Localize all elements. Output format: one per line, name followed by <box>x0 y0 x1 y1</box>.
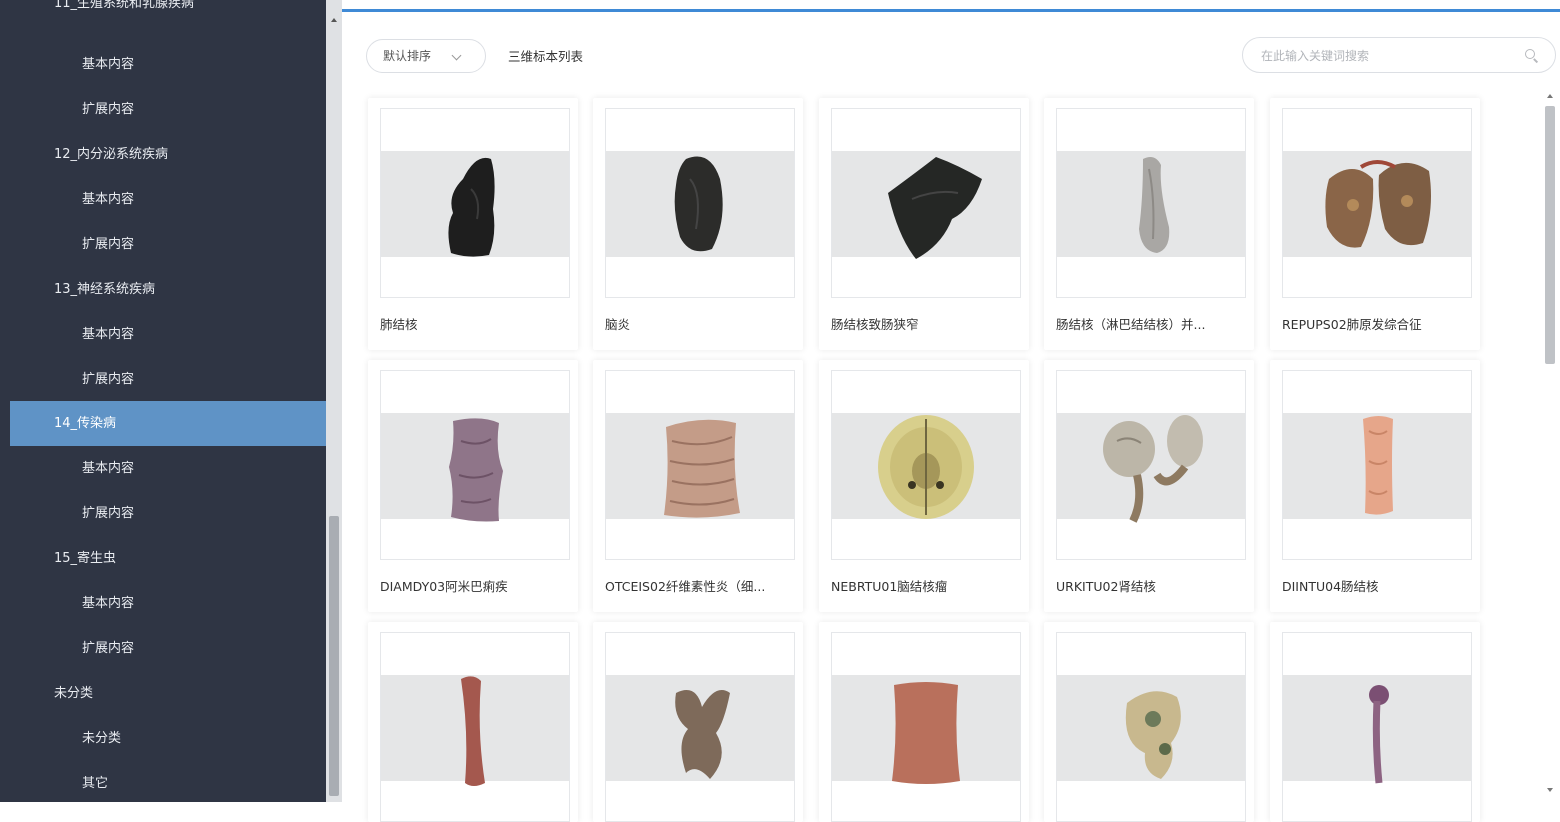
specimen-thumbnail[interactable] <box>1282 370 1472 560</box>
specimen-thumbnail[interactable] <box>831 370 1021 560</box>
specimen-thumbnail[interactable] <box>605 370 795 560</box>
scroll-up-arrow-icon[interactable] <box>1547 94 1553 98</box>
scroll-up-arrow-icon[interactable] <box>331 18 337 22</box>
specimen-brain-image <box>674 156 723 252</box>
specimen-lymph-image <box>1139 157 1170 253</box>
specimen-lungs-image <box>1325 160 1431 248</box>
sidebar-item-basic[interactable]: 基本内容 <box>10 177 326 222</box>
sidebar-item-extended[interactable]: 扩展内容 <box>10 626 326 671</box>
specimen-card[interactable]: URKITU02肾结核 <box>1044 360 1254 612</box>
specimen-fibrinous-image <box>664 419 740 518</box>
sidebar-item-basic[interactable]: 基本内容 <box>10 312 326 357</box>
specimen-title[interactable]: NEBRTU01脑结核瘤 <box>831 576 1021 595</box>
specimen-colon-image <box>449 418 503 522</box>
specimen-card[interactable]: NEBRTU01脑结核瘤 <box>819 360 1029 612</box>
sidebar-tree: 11_生殖系统和乳腺疾病 基本内容 扩展内容 12_内分泌系统疾病 基本内容 扩… <box>0 0 326 802</box>
content-scroll-thumb[interactable] <box>1545 106 1555 364</box>
specimen-title[interactable]: 肺结核 <box>380 314 570 333</box>
sidebar-item-extended[interactable]: 扩展内容 <box>10 87 326 132</box>
specimen-card[interactable] <box>1270 622 1480 822</box>
specimen-thumbnail[interactable] <box>380 108 570 298</box>
specimen-thumbnail[interactable] <box>1282 108 1472 298</box>
sidebar-item-category[interactable]: 11_生殖系统和乳腺疾病 <box>10 0 326 24</box>
specimen-title[interactable]: OTCEIS02纤维素性炎（细... <box>605 576 795 595</box>
chevron-down-icon <box>451 50 462 61</box>
specimen-lung-image <box>448 157 495 257</box>
sidebar-item-basic[interactable]: 基本内容 <box>10 446 326 491</box>
specimen-card[interactable] <box>1044 622 1254 822</box>
specimen-card[interactable]: 脑炎 <box>593 98 803 350</box>
specimen-title[interactable]: 脑炎 <box>605 314 795 333</box>
specimen-card[interactable] <box>368 622 578 822</box>
specimen-intestine-image <box>888 157 982 259</box>
specimen-title[interactable]: 肠结核致肠狭窄 <box>831 314 1021 333</box>
specimen-thumbnail[interactable] <box>1056 370 1246 560</box>
specimen-card[interactable]: 肺结核 <box>368 98 578 350</box>
sidebar-scroll-thumb[interactable] <box>329 516 339 796</box>
specimen-card[interactable] <box>819 622 1029 822</box>
specimen-card[interactable] <box>593 622 803 822</box>
scroll-down-arrow-icon[interactable] <box>1547 788 1553 792</box>
specimen-thumbnail[interactable] <box>605 632 795 822</box>
specimen-title[interactable]: DIINTU04肠结核 <box>1282 576 1472 595</box>
list-title: 三维标本列表 <box>508 49 584 64</box>
specimen-red-block-image <box>892 682 960 784</box>
specimen-card[interactable]: OTCEIS02纤维素性炎（细... <box>593 360 803 612</box>
specimen-title[interactable]: 肠结核（淋巴结结核）并... <box>1056 314 1246 333</box>
specimen-intestine-strip-image <box>1363 416 1393 515</box>
sidebar-scrollbar[interactable] <box>326 0 342 802</box>
specimen-red-strip-image <box>461 676 485 786</box>
specimen-purple-stalk-image <box>1369 685 1389 784</box>
sidebar-item-extended[interactable]: 扩展内容 <box>10 491 326 536</box>
specimen-thumbnail[interactable] <box>605 108 795 298</box>
sidebar-item-category[interactable]: 15_寄生虫 <box>10 536 326 581</box>
specimen-thumbnail[interactable] <box>1056 108 1246 298</box>
specimen-thumbnail[interactable] <box>1056 632 1246 822</box>
specimen-title[interactable]: URKITU02肾结核 <box>1056 576 1246 595</box>
specimen-card[interactable]: DIAMDY03阿米巴痢疾 <box>368 360 578 612</box>
sidebar: 11_生殖系统和乳腺疾病 基本内容 扩展内容 12_内分泌系统疾病 基本内容 扩… <box>0 0 342 802</box>
specimen-brown-leaves-image <box>675 690 730 779</box>
specimen-brain-section-image <box>878 415 974 519</box>
specimen-thumbnail[interactable] <box>380 370 570 560</box>
specimen-card[interactable]: DIINTU04肠结核 <box>1270 360 1480 612</box>
search-input[interactable] <box>1261 46 1511 66</box>
sort-dropdown[interactable]: 默认排序 <box>366 39 486 73</box>
sidebar-item-category[interactable]: 13_神经系统疾病 <box>10 267 326 312</box>
search-icon[interactable] <box>1525 49 1535 59</box>
top-accent-line <box>342 9 1560 12</box>
specimen-title[interactable]: DIAMDY03阿米巴痢疾 <box>380 576 570 595</box>
specimen-card[interactable]: 肠结核（淋巴结结核）并... <box>1044 98 1254 350</box>
specimen-thumbnail[interactable] <box>380 632 570 822</box>
specimen-thumbnail[interactable] <box>831 108 1021 298</box>
specimen-card[interactable]: 肠结核致肠狭窄 <box>819 98 1029 350</box>
specimen-thumbnail[interactable] <box>1282 632 1472 822</box>
specimen-title[interactable]: REPUPS02肺原发综合征 <box>1282 314 1472 333</box>
specimen-card[interactable]: REPUPS02肺原发综合征 <box>1270 98 1480 350</box>
sidebar-item-category[interactable]: 未分类 <box>10 671 326 716</box>
sidebar-item-category[interactable]: 12_内分泌系统疾病 <box>10 132 326 177</box>
sidebar-item-extended[interactable]: 扩展内容 <box>10 357 326 402</box>
sidebar-item-basic[interactable]: 基本内容 <box>10 42 326 87</box>
specimen-mottled-image <box>1125 691 1181 779</box>
sidebar-item-other[interactable]: 其它 <box>10 761 326 802</box>
specimen-thumbnail[interactable] <box>831 632 1021 822</box>
sidebar-item-uncategorized[interactable]: 未分类 <box>10 716 326 761</box>
sidebar-item-category-active[interactable]: 14_传染病 <box>10 401 326 446</box>
specimen-kidney-image <box>1103 415 1203 523</box>
search-box[interactable] <box>1242 37 1556 73</box>
content-scrollbar[interactable] <box>1543 88 1557 802</box>
sidebar-item-basic[interactable]: 基本内容 <box>10 581 326 626</box>
sort-dropdown-label: 默认排序 <box>383 49 432 63</box>
sidebar-item-extended[interactable]: 扩展内容 <box>10 222 326 267</box>
